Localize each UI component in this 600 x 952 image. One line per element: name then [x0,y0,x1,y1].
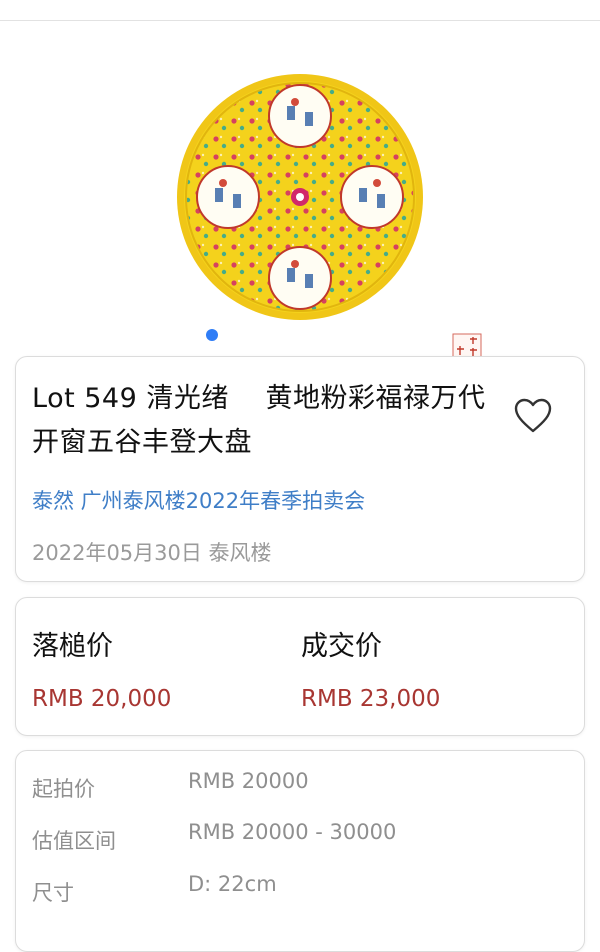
auction-name-link[interactable]: 泰然 广州泰风楼2022年春季拍卖会 [32,485,365,515]
start-price-label: 起拍价 [32,777,95,801]
estimate-range-value: RMB 20000 - 30000 [188,820,397,844]
porcelain-plate-image [177,74,423,320]
hammer-price-label: 落槌价 [32,631,113,662]
price-card: 落槌价 成交价 RMB 20,000 RMB 23,000 [15,597,585,736]
auction-date-house: 2022年05月30日 泰风楼 [32,541,272,565]
lot-info-card: Lot 549 清光绪 黄地粉彩福禄万代开窗五谷丰登大盘 泰然 广州泰风楼202… [15,356,585,582]
header-divider [0,20,600,21]
lot-title: Lot 549 清光绪 黄地粉彩福禄万代开窗五谷丰登大盘 [32,383,486,458]
heart-icon[interactable] [513,397,553,435]
image-carousel[interactable] [0,40,600,381]
size-label: 尺寸 [32,881,74,905]
lot-details-card: 起拍价 RMB 20000 估值区间 RMB 20000 - 30000 尺寸 … [15,750,585,952]
carousel-indicator-dot[interactable] [206,329,218,341]
estimate-range-label: 估值区间 [32,829,116,853]
deal-price-label: 成交价 [301,631,382,662]
hammer-price-value: RMB 20,000 [32,686,172,712]
start-price-value: RMB 20000 [188,769,309,793]
deal-price-value: RMB 23,000 [301,686,441,712]
size-value: D: 22cm [188,872,277,896]
